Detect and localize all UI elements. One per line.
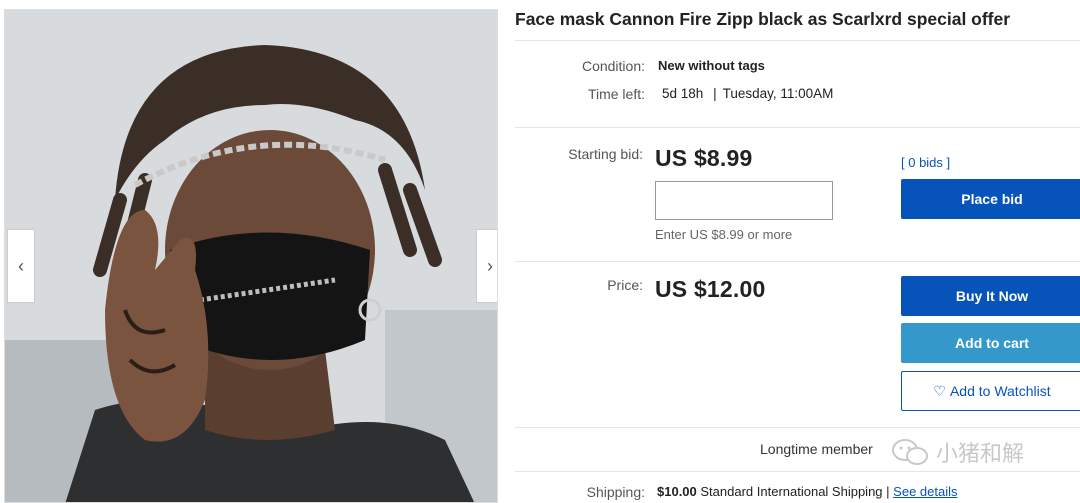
- starting-bid-price: US $8.99: [655, 145, 753, 171]
- condition-label: Condition:: [581, 58, 645, 74]
- shipping-info: $10.00 Standard International Shipping |…: [657, 484, 958, 499]
- watermark-text: 小猪和解: [936, 442, 1025, 467]
- condition-value: New without tags: [658, 58, 765, 73]
- divider: [515, 427, 1080, 428]
- time-left-end: Tuesday, 11:00AM: [722, 86, 834, 101]
- shipping-separator: |: [886, 484, 890, 499]
- shipping-method: Standard International Shipping: [700, 484, 883, 499]
- starting-bid-label: Starting bid:: [568, 146, 643, 162]
- add-to-cart-button[interactable]: Add to cart: [901, 323, 1080, 363]
- add-to-watchlist-button[interactable]: ♡ Add to Watchlist: [901, 371, 1080, 411]
- time-left-label: Time left:: [587, 86, 645, 102]
- heart-icon: ♡: [933, 382, 946, 399]
- divider: [515, 261, 1080, 262]
- bid-amount-input[interactable]: [655, 181, 833, 220]
- seller-member-status: Longtime member: [760, 441, 873, 457]
- product-image[interactable]: ‹ ›: [4, 9, 498, 503]
- gallery-prev-button[interactable]: ‹: [7, 229, 35, 303]
- price-label: Price:: [607, 277, 643, 293]
- gallery-next-button[interactable]: ›: [476, 229, 497, 303]
- bids-count-link[interactable]: [ 0 bids ]: [901, 155, 950, 170]
- time-left-separator: |: [713, 86, 717, 101]
- time-left-value: 5d 18h | Tuesday, 11:00AM: [662, 86, 833, 101]
- divider: [515, 471, 1080, 472]
- divider: [515, 127, 1080, 128]
- time-left-duration: 5d 18h: [662, 86, 704, 101]
- place-bid-button[interactable]: Place bid: [901, 179, 1080, 219]
- buy-price: US $12.00: [655, 276, 766, 302]
- bid-hint: Enter US $8.99 or more: [655, 227, 793, 242]
- chevron-left-icon: ‹: [18, 256, 24, 276]
- watermark: 小猪和解: [890, 436, 1024, 468]
- add-to-watchlist-label: Add to Watchlist: [949, 383, 1051, 399]
- shipping-amount: $10.00: [657, 484, 697, 499]
- listing-title: Face mask Cannon Fire Zipp black as Scar…: [515, 9, 1011, 29]
- chevron-right-icon: ›: [487, 256, 493, 276]
- divider: [515, 40, 1080, 41]
- product-photo: [5, 10, 497, 502]
- buy-it-now-button[interactable]: Buy It Now: [901, 276, 1080, 316]
- wechat-icon: [892, 439, 928, 465]
- shipping-label: Shipping:: [586, 484, 645, 500]
- see-details-link[interactable]: See details: [893, 484, 957, 499]
